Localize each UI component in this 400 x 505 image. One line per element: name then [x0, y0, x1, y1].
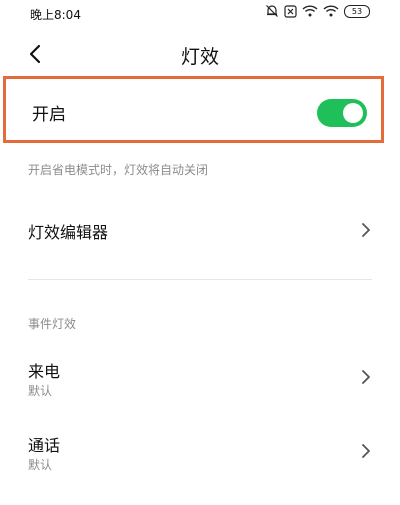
alarm-off-icon — [265, 4, 279, 18]
chevron-left-icon — [29, 44, 41, 64]
power-saving-hint: 开启省电模式时，灯效将自动关闭 — [28, 163, 209, 177]
list-item-title: 来电 — [28, 362, 61, 381]
status-bar: 晚上8:04 53 — [0, 0, 400, 26]
list-item-call[interactable]: 通话 默认 — [0, 424, 400, 480]
list-item-title: 通话 — [28, 436, 61, 455]
list-item-incoming-call[interactable]: 来电 默认 — [0, 350, 400, 406]
enable-switch[interactable] — [317, 99, 367, 127]
sim-off-icon — [284, 4, 297, 18]
divider — [28, 279, 372, 280]
enable-label: 开启 — [32, 105, 66, 125]
wifi-icon — [323, 5, 339, 17]
back-button[interactable] — [24, 42, 48, 66]
battery-indicator: 53 — [344, 4, 370, 18]
chevron-right-icon — [362, 223, 370, 237]
chevron-right-icon — [362, 444, 370, 458]
chevron-right-icon — [362, 370, 370, 384]
status-icons: 53 — [265, 4, 370, 18]
switch-knob — [343, 103, 363, 123]
page-title: 灯效 — [180, 46, 219, 68]
status-time: 晚上8:04 — [30, 8, 81, 22]
list-item-subtitle: 默认 — [28, 458, 53, 472]
light-editor-row[interactable]: 灯效编辑器 — [0, 207, 400, 255]
section-header: 事件灯效 — [28, 317, 77, 331]
list-item-subtitle: 默认 — [28, 384, 53, 398]
enable-toggle-row[interactable]: 开启 — [3, 76, 384, 143]
nav-bar: 灯效 — [0, 36, 400, 72]
light-editor-label: 灯效编辑器 — [28, 223, 109, 242]
wifi-icon — [302, 5, 318, 17]
